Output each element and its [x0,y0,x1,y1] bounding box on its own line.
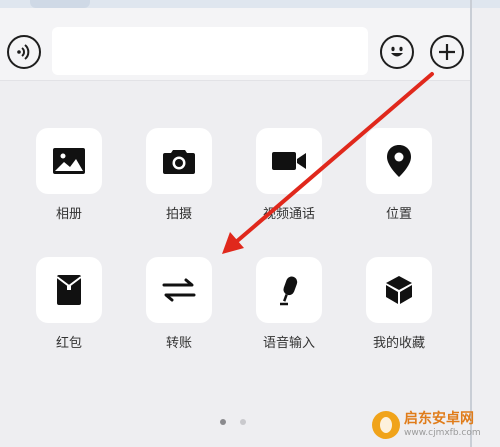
page-dot[interactable] [240,419,246,425]
watermark-logo-icon [372,411,400,439]
camera-icon [163,150,195,174]
album-button[interactable] [36,128,102,194]
page-dot[interactable] [220,419,226,425]
favorites-label: 我的收藏 [372,336,425,351]
red-packet-label: 红包 [55,336,82,351]
top-strip [0,0,500,8]
top-strip-mark [30,0,90,8]
watermark-url: www.cjmxfb.com [404,428,481,438]
album-label: 相册 [55,207,82,222]
location-button[interactable] [366,128,432,194]
video-call-button[interactable] [256,128,322,194]
chat-input-bar [0,8,470,81]
more-button[interactable] [430,35,464,69]
plus-circle-icon [439,44,455,60]
watermark-title: 启东安卓网 [404,411,474,427]
location-pin-icon [387,145,411,177]
emoji-button[interactable] [380,35,414,69]
voice-input-label: 语音输入 [262,336,315,351]
more-functions-panel: 相册 拍摄 视频通话 位置 红包 转账 语音输入 我的收藏 [0,81,470,447]
camera-label: 拍摄 [165,207,192,222]
video-call-label: 视频通话 [262,207,315,222]
transfer-button[interactable] [146,257,212,323]
camera-button[interactable] [146,128,212,194]
transfer-label: 转账 [165,336,192,351]
voice-wave-icon [17,44,30,60]
red-envelope-icon [56,275,82,305]
smiley-icon [391,46,403,57]
cube-icon [386,276,412,304]
window-edge-line [470,0,472,447]
red-packet-button[interactable] [36,257,102,323]
transfer-arrows-icon [162,278,196,302]
message-input[interactable] [52,27,368,75]
location-label: 位置 [385,207,412,222]
voice-input-button[interactable] [256,257,322,323]
voice-button[interactable] [7,35,41,69]
video-camera-icon [272,152,306,170]
image-icon [53,148,85,174]
favorites-button[interactable] [366,257,432,323]
microphone-icon [280,276,298,306]
watermark: 启东安卓网 www.cjmxfb.com [372,405,497,445]
